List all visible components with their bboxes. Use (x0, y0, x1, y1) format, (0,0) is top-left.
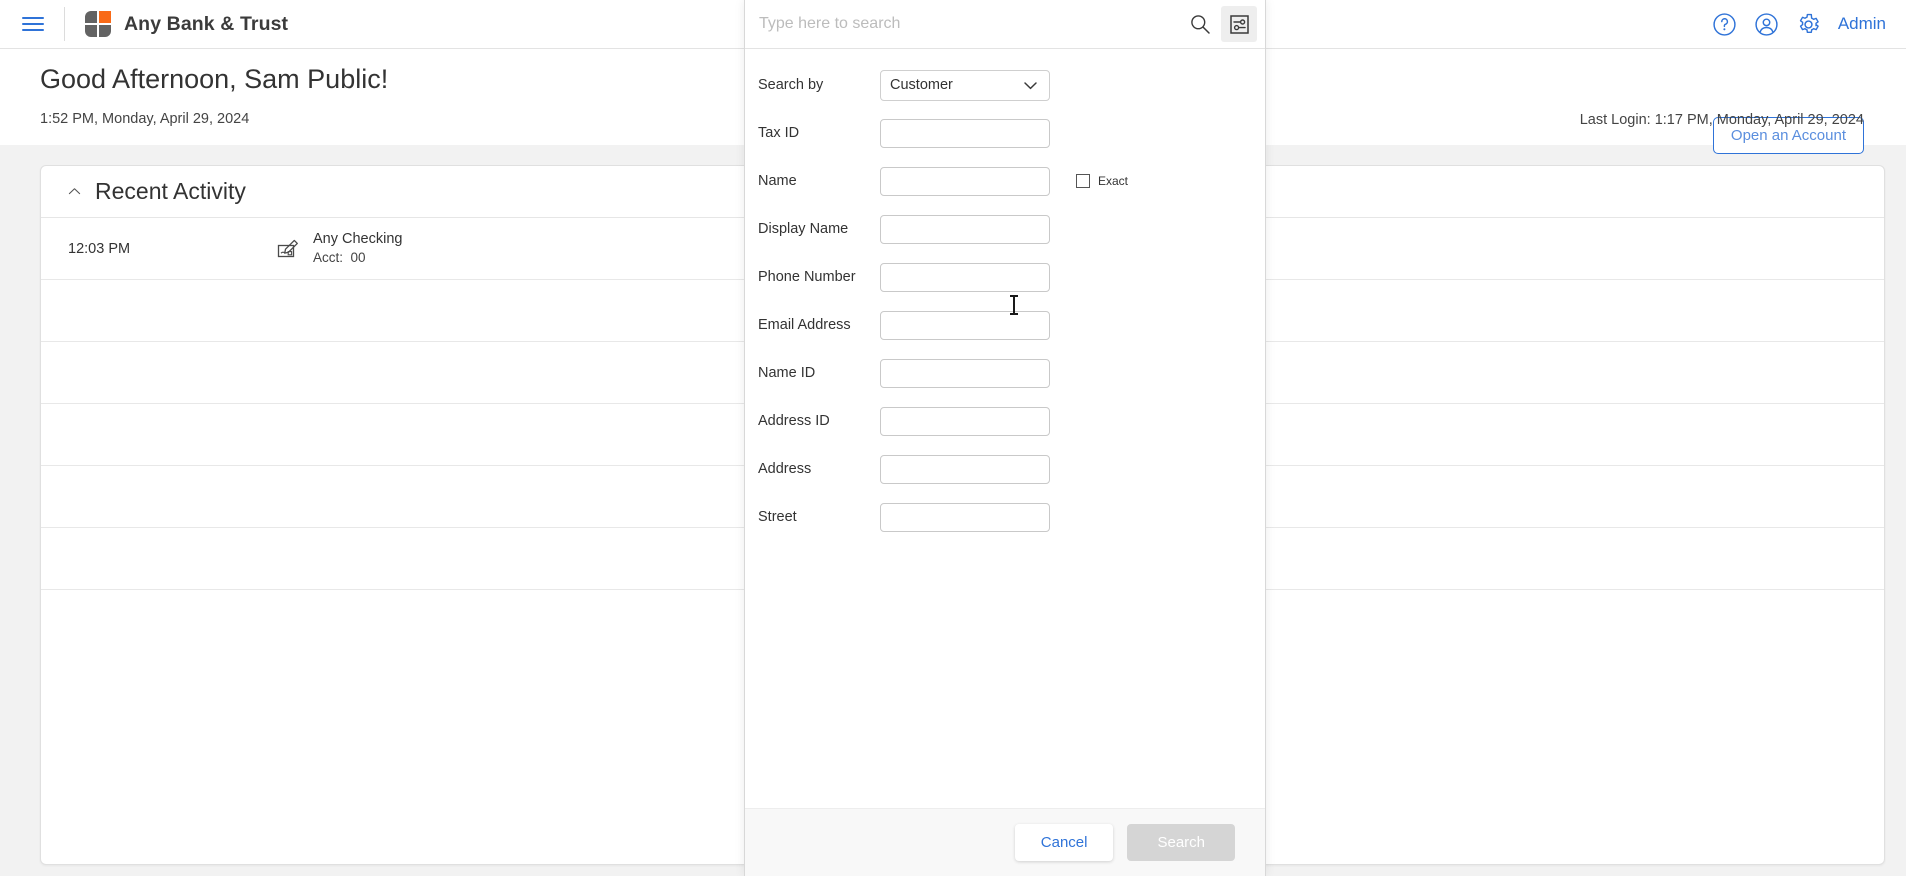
email-address-label: Email Address (758, 317, 851, 333)
page-title: Good Afternoon, Sam Public! (40, 64, 389, 94)
activity-account-info: Any Checking Acct: 00 (313, 230, 402, 268)
search-by-dropdown[interactable]: Customer (880, 69, 1050, 101)
search-by-value: Customer (890, 77, 953, 93)
recent-activity-title: Recent Activity (95, 178, 246, 204)
magnifier-icon[interactable] (1179, 13, 1221, 35)
exact-checkbox-wrapper[interactable]: Exact (1076, 174, 1128, 188)
user-circle-icon[interactable] (1754, 12, 1779, 37)
street-row: Street (745, 498, 1265, 536)
display-name-row: Display Name (745, 210, 1265, 248)
tax-id-input[interactable] (880, 118, 1050, 148)
search-form: Search by Customer Tax ID Name Exact Dis… (745, 49, 1265, 808)
tax-id-row: Tax ID (745, 114, 1265, 152)
activity-account-name: Any Checking (313, 230, 403, 247)
toolbar-divider (64, 7, 65, 41)
activity-account-value: 00 (350, 250, 366, 266)
display-name-input[interactable] (880, 214, 1050, 244)
activity-time: 12:03 PM (68, 240, 131, 257)
search-button[interactable]: Search (1127, 824, 1235, 861)
name-label: Name (758, 173, 797, 189)
gear-icon[interactable] (1796, 12, 1821, 37)
check-write-icon (277, 239, 298, 257)
address-row: Address (745, 450, 1265, 488)
address-input[interactable] (880, 454, 1050, 484)
email-address-row: Email Address (745, 306, 1265, 344)
cancel-button[interactable]: Cancel (1014, 824, 1114, 861)
name-input[interactable] (880, 166, 1050, 196)
street-input[interactable] (880, 502, 1050, 532)
search-panel: Search by Customer Tax ID Name (744, 0, 1266, 876)
activity-account-label: Acct: (313, 250, 344, 266)
name-id-input[interactable] (880, 358, 1050, 388)
phone-number-row: Phone Number (745, 258, 1265, 296)
help-circle-icon[interactable] (1712, 12, 1737, 37)
search-by-control: Customer (880, 69, 1050, 101)
bank-logo-icon (85, 11, 111, 37)
text-cursor (1010, 295, 1018, 315)
brand-logo-link[interactable]: Any Bank & Trust (85, 11, 288, 37)
filter-sliders-icon[interactable] (1221, 6, 1257, 42)
search-input[interactable] (759, 15, 1179, 33)
display-name-label: Display Name (758, 221, 849, 237)
search-by-label: Search by (758, 77, 824, 93)
street-label: Street (758, 509, 797, 525)
phone-number-input[interactable] (880, 262, 1050, 292)
exact-label: Exact (1098, 174, 1129, 188)
brand-name: Any Bank & Trust (124, 12, 289, 35)
address-label: Address (758, 461, 812, 477)
chevron-down-icon (1024, 81, 1037, 89)
activity-account-number: Acct: 00 (313, 249, 402, 267)
chevron-up-icon[interactable] (66, 183, 83, 200)
name-id-label: Name ID (758, 365, 816, 381)
search-panel-footer: Cancel Search (745, 808, 1265, 876)
search-by-row: Search by Customer (745, 66, 1265, 104)
address-id-input[interactable] (880, 406, 1050, 436)
topbar-actions: Admin (1712, 12, 1886, 37)
name-row: Name Exact (745, 162, 1265, 200)
last-login-text: Last Login: 1:17 PM, Monday, April 29, 2… (1579, 112, 1864, 128)
email-address-input[interactable] (880, 310, 1050, 340)
admin-label[interactable]: Admin (1838, 14, 1886, 34)
search-bar (745, 0, 1265, 49)
current-timestamp: 1:52 PM, Monday, April 29, 2024 (40, 111, 250, 127)
application-root: Any Bank & Trust Admin Good Afternoon, S… (0, 0, 1906, 876)
exact-checkbox[interactable] (1076, 174, 1090, 188)
address-id-label: Address ID (758, 413, 830, 429)
address-id-row: Address ID (745, 402, 1265, 440)
hamburger-icon[interactable] (20, 14, 46, 34)
tax-id-label: Tax ID (758, 125, 800, 141)
name-id-row: Name ID (745, 354, 1265, 392)
phone-number-label: Phone Number (758, 269, 856, 285)
